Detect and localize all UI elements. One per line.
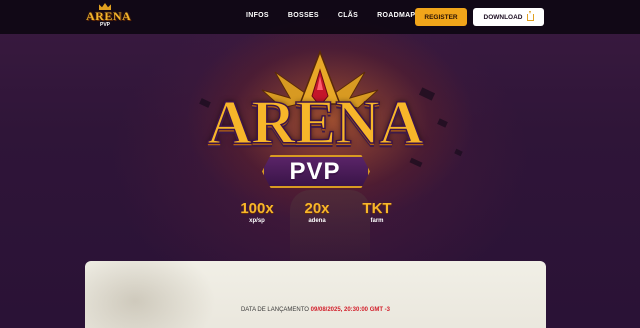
stat-value: TKT: [362, 200, 392, 217]
stat-value: 20x: [304, 200, 330, 217]
stat-farm: TKT farm: [352, 201, 402, 225]
stat-label: farm: [370, 218, 384, 224]
launch-label: DATA DE LANÇAMENTO: [240, 307, 309, 313]
hero-title: ARENA: [207, 88, 425, 158]
hero-subtitle: PVP: [289, 158, 341, 185]
stat-label: xp/sp: [249, 218, 265, 224]
stat-xp: 100x xp/sp: [232, 201, 282, 225]
stat-label: adena: [308, 218, 326, 224]
stat-value: 100x: [240, 200, 274, 217]
launch-card: DATA DE LANÇAMENTO 09/08/2025, 20:30:00 …: [85, 261, 546, 328]
stat-adena: 20x adena: [292, 201, 342, 225]
card-artwork: [85, 261, 225, 328]
launch-info: DATA DE LANÇAMENTO 09/08/2025, 20:30:00 …: [85, 307, 546, 313]
server-rates: 100x xp/sp 20x adena TKT farm: [232, 201, 402, 225]
launch-date: 09/08/2025, 20:30:00 GMT -3: [310, 307, 391, 313]
